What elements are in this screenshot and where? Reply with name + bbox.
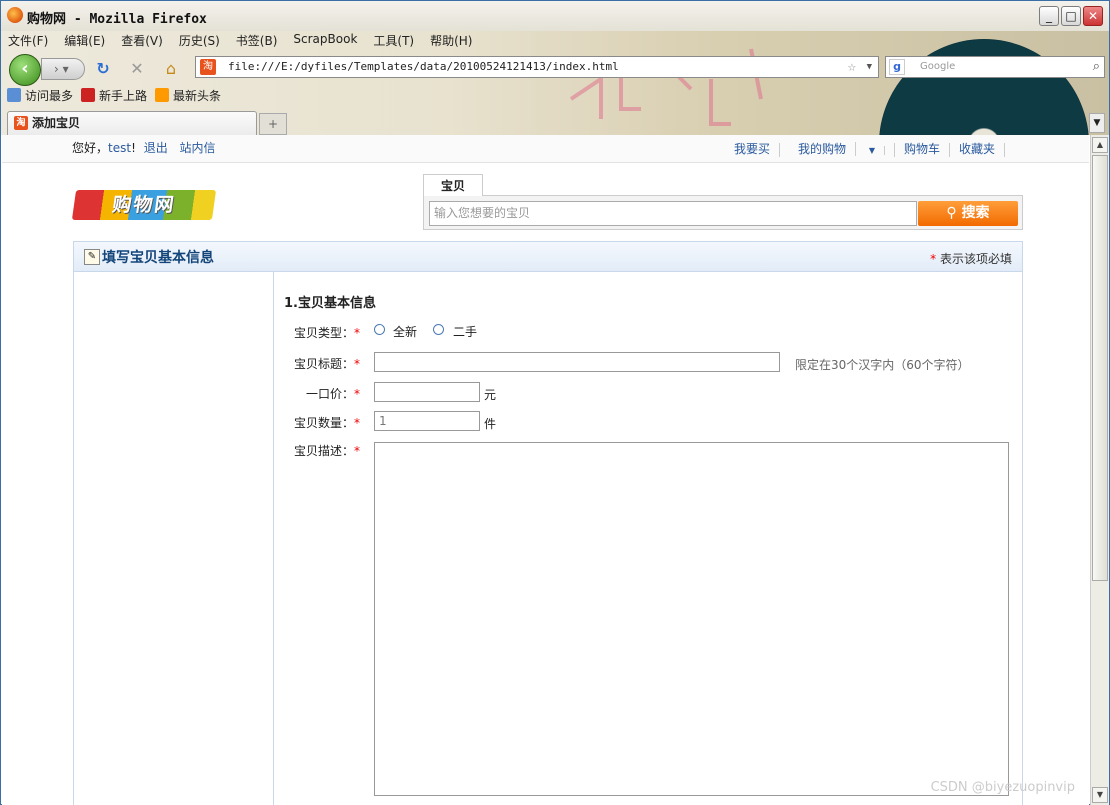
scroll-down-arrow-icon[interactable]: ▼ (1092, 787, 1108, 803)
web-search-box[interactable]: g Google ⌕ (885, 56, 1105, 78)
logout-link[interactable]: 退出 (144, 141, 168, 155)
menu-scrapbook[interactable]: ScrapBook (290, 31, 360, 49)
username-link[interactable]: test (108, 141, 131, 155)
menu-file[interactable]: 文件(F) (5, 31, 51, 49)
forward-button[interactable]: › ▾ (41, 58, 85, 80)
panel-header: ✎ 填写宝贝基本信息 * 表示该项必填 (74, 242, 1022, 272)
search-icon[interactable]: ⌕ (1093, 57, 1100, 77)
bookmark-latest-headlines[interactable]: 最新头条 (155, 87, 221, 105)
browser-chrome: 文件(F) 编辑(E) 查看(V) 历史(S) 书签(B) ScrapBook … (1, 31, 1109, 135)
browser-window: 购物网 - Mozilla Firefox _ □ ✕ 文件(F) 编辑(E) … (0, 0, 1110, 805)
google-icon[interactable]: g (889, 59, 905, 75)
tab-label: 添加宝贝 (32, 116, 81, 130)
minimize-button[interactable]: _ (1039, 6, 1059, 26)
section-title: 1.宝贝基本信息 (284, 296, 376, 311)
quantity-field[interactable]: 1 (374, 411, 480, 431)
link-cart[interactable]: 购物车 (895, 143, 950, 157)
title-hint: 限定在30个汉字内（60个字符） (795, 358, 970, 372)
search-tab-items[interactable]: 宝贝 (423, 174, 483, 196)
menu-bookmarks[interactable]: 书签(B) (233, 31, 281, 49)
menu-view[interactable]: 查看(V) (118, 31, 166, 49)
menu-bar: 文件(F) 编辑(E) 查看(V) 历史(S) 书签(B) ScrapBook … (5, 31, 475, 49)
page-content: 您好，test! 退出 站内信 我要买 我的购物 ▼ 购物车 收藏夹 购物网 宝… (2, 135, 1089, 805)
link-buy[interactable]: 我要买 (725, 143, 780, 157)
radio-new-label: 全新 (393, 325, 418, 339)
stop-icon[interactable]: ✕ (127, 59, 147, 79)
menu-edit[interactable]: 编辑(E) (61, 31, 108, 49)
navigation-toolbar: ‹ › ▾ ↻ ✕ ⌂ 淘 file:///E:/dyfiles/Templat… (5, 51, 1105, 86)
bookmark-most-visited[interactable]: 访问最多 (7, 87, 73, 105)
firefox-icon (7, 7, 23, 23)
site-top-bar: 您好，test! 退出 站内信 我要买 我的购物 ▼ 购物车 收藏夹 (2, 135, 1089, 163)
radio-new[interactable] (374, 324, 385, 335)
edit-pencil-icon: ✎ (84, 249, 100, 265)
link-favorites[interactable]: 收藏夹 (950, 143, 1005, 157)
price-unit: 元 (484, 388, 497, 402)
maximize-button[interactable]: □ (1061, 6, 1081, 26)
description-label: 宝贝描述：* (293, 444, 360, 458)
item-title-field[interactable] (374, 352, 780, 372)
bookmark-star-icon[interactable]: ☆ (848, 57, 856, 77)
menu-history[interactable]: 历史(S) (176, 31, 223, 49)
search-icon: ⚲ (946, 205, 957, 221)
close-button[interactable]: ✕ (1083, 6, 1103, 26)
panel-title: 填写宝贝基本信息 (102, 250, 214, 266)
watermark-text: CSDN @biyezuopinvip (930, 780, 1075, 795)
site-search-box: 输入您想要的宝贝 ⚲ 搜索 (423, 195, 1023, 230)
site-search-button[interactable]: ⚲ 搜索 (918, 201, 1018, 226)
price-label: 一口价：* (305, 387, 360, 401)
scroll-thumb[interactable] (1092, 155, 1108, 581)
bookmark-getting-started[interactable]: 新手上路 (81, 87, 147, 105)
left-column (74, 271, 274, 805)
type-label: 宝贝类型：* (293, 326, 360, 340)
radio-used-label: 二手 (453, 325, 478, 339)
user-greeting: 您好，test! 退出 站内信 (72, 141, 216, 155)
back-button[interactable]: ‹ (9, 54, 41, 86)
site-search-input[interactable]: 输入您想要的宝贝 (429, 201, 917, 226)
required-note: * 表示该项必填 (930, 252, 1012, 266)
title-label: 宝贝标题：* (293, 357, 360, 371)
tab-favicon: 淘 (14, 116, 28, 130)
dropdown-arrow-icon: ▼ (859, 146, 885, 155)
tab-add-item[interactable]: 淘 添加宝贝 (7, 111, 257, 135)
scroll-up-arrow-icon[interactable]: ▲ (1092, 137, 1108, 153)
site-nav-links: 我要买 我的购物 ▼ 购物车 收藏夹 (725, 135, 1005, 157)
menu-tools[interactable]: 工具(T) (370, 31, 417, 49)
bookmarks-toolbar: 访问最多 新手上路 最新头条 (7, 87, 221, 105)
address-url: file:///E:/dyfiles/Templates/data/201005… (228, 60, 619, 73)
site-favicon: 淘 (200, 59, 216, 75)
title-bar: 购物网 - Mozilla Firefox _ □ ✕ (1, 1, 1109, 32)
tab-list-dropdown-icon[interactable]: ▼ (1089, 113, 1105, 133)
tab-strip: 淘 添加宝贝 + ▼ (1, 109, 1109, 135)
description-textarea[interactable] (374, 442, 1009, 796)
firefox-bookmark-icon (81, 88, 96, 102)
quantity-unit: 件 (484, 417, 497, 431)
link-my-shopping[interactable]: 我的购物 ▼ (780, 142, 895, 157)
menu-help[interactable]: 帮助(H) (427, 31, 475, 49)
web-search-placeholder: Google (920, 61, 956, 72)
site-logo[interactable]: 购物网 (71, 190, 217, 220)
radio-used[interactable] (433, 324, 444, 335)
bookmark-folder-icon (7, 88, 21, 102)
vertical-scrollbar[interactable]: ▲ ▼ (1090, 135, 1109, 805)
home-icon[interactable]: ⌂ (161, 59, 181, 79)
rss-feed-icon (155, 88, 170, 102)
address-bar[interactable]: 淘 file:///E:/dyfiles/Templates/data/2010… (195, 56, 879, 78)
reload-icon[interactable]: ↻ (93, 59, 113, 79)
item-info-panel: ✎ 填写宝贝基本信息 * 表示该项必填 1.宝贝基本信息 宝贝类型：* 全新 二… (73, 241, 1023, 805)
address-dropdown-icon[interactable]: ▼ (867, 57, 872, 77)
quantity-label: 宝贝数量：* (293, 416, 360, 430)
window-title: 购物网 - Mozilla Firefox (27, 12, 207, 27)
price-field[interactable] (374, 382, 480, 402)
inbox-link[interactable]: 站内信 (180, 141, 216, 155)
new-tab-button[interactable]: + (259, 113, 287, 135)
